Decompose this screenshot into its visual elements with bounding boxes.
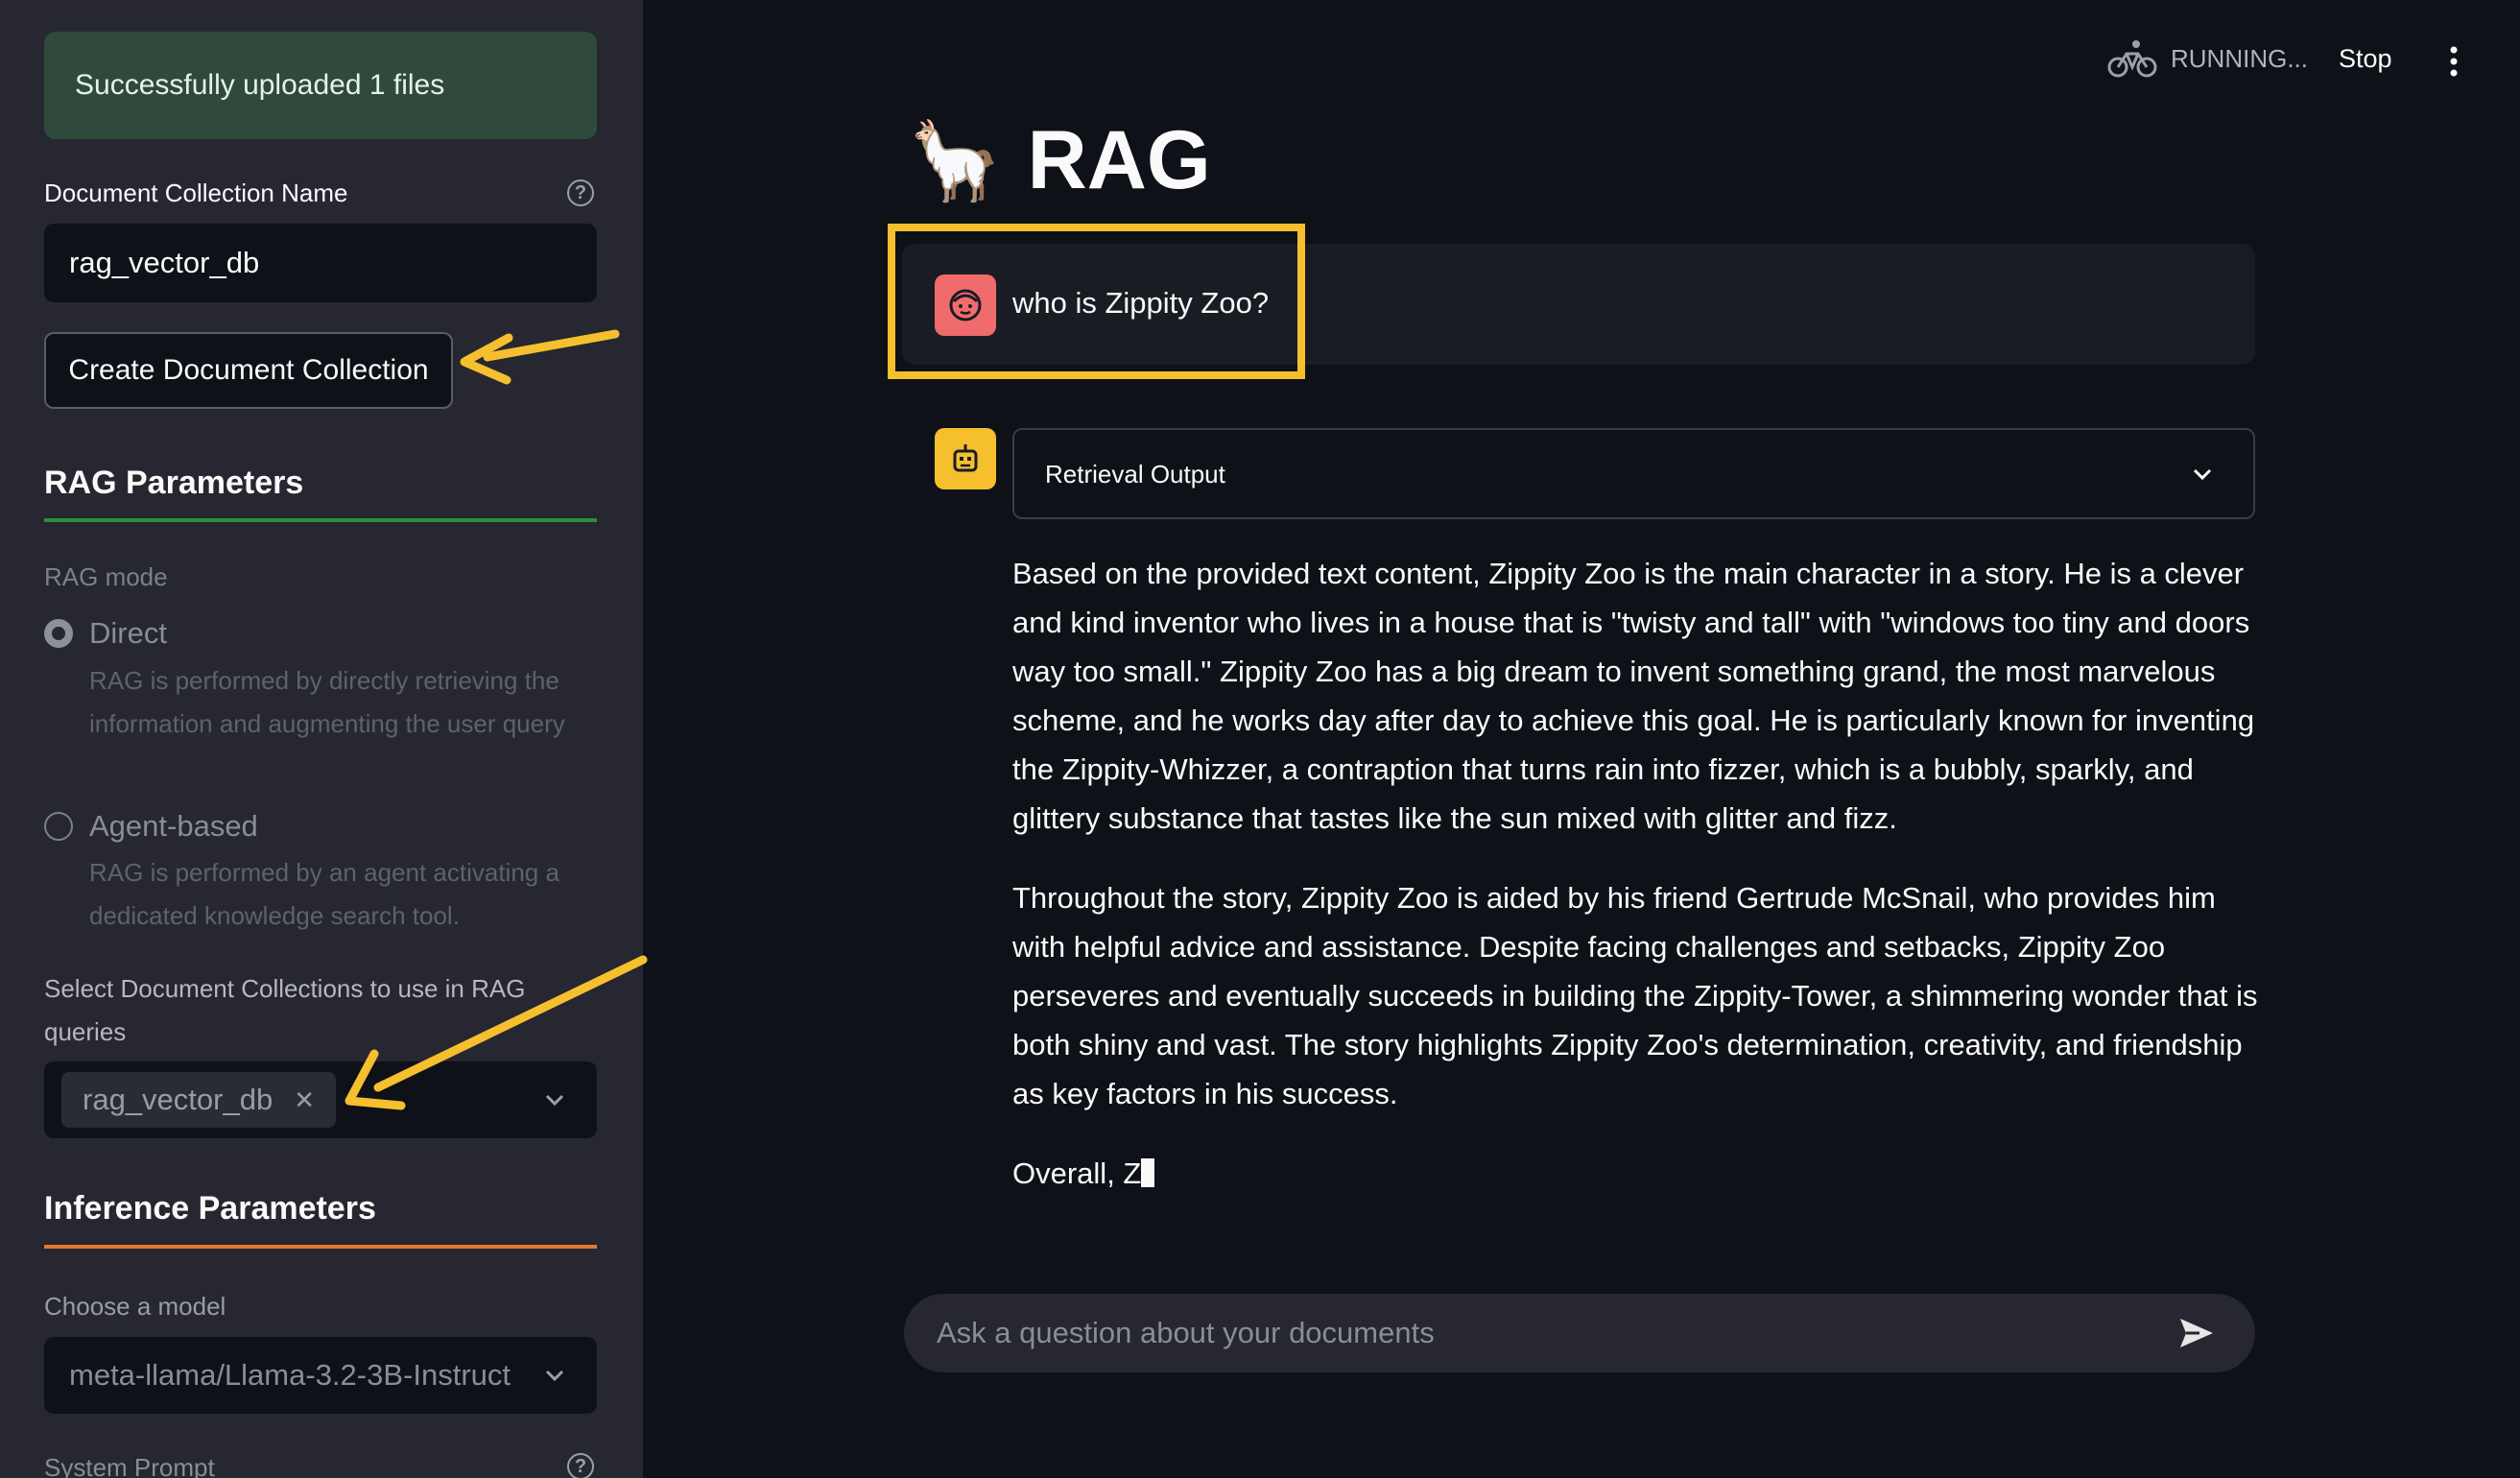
send-icon[interactable]	[2178, 1317, 2215, 1349]
rag-mode-label: RAG mode	[44, 562, 168, 591]
upload-success-text: Successfully uploaded 1 files	[75, 69, 445, 101]
retrieval-output-expander[interactable]: Retrieval Output	[1012, 428, 2255, 519]
inference-params-title: Inference Parameters	[44, 1190, 376, 1227]
chat-input[interactable]: Ask a question about your documents	[904, 1294, 2255, 1372]
collections-multiselect[interactable]: rag_vector_db ✕	[44, 1061, 597, 1138]
assistant-answer: Based on the provided text content, Zipp…	[1012, 549, 2260, 1228]
answer-paragraph: Based on the provided text content, Zipp…	[1012, 557, 2255, 835]
chat-input-placeholder: Ask a question about your documents	[937, 1316, 1435, 1349]
chevron-down-icon[interactable]	[543, 1366, 566, 1385]
chevron-down-icon[interactable]	[2191, 465, 2214, 484]
help-icon[interactable]: ?	[567, 1453, 594, 1478]
system-prompt-label: System Prompt	[44, 1453, 215, 1478]
inference-params-divider	[44, 1245, 597, 1249]
model-label: Choose a model	[44, 1292, 226, 1321]
more-menu-icon[interactable]	[2445, 44, 2462, 79]
rag-params-title: RAG Parameters	[44, 465, 304, 501]
radio-agent-based[interactable]	[44, 812, 73, 841]
expander-label: Retrieval Output	[1045, 460, 1225, 489]
running-status-text: RUNNING...	[2171, 43, 2308, 73]
help-icon[interactable]: ?	[567, 179, 594, 206]
upload-success-alert: Successfully uploaded 1 files	[44, 32, 597, 139]
chip-label: rag_vector_db	[83, 1083, 273, 1116]
answer-paragraph-streaming: Overall, Z	[1012, 1149, 2260, 1198]
sidebar: Successfully uploaded 1 files Document C…	[0, 0, 643, 1478]
running-status: RUNNING...	[2107, 38, 2308, 79]
radio-direct-desc: RAG is performed by directly retrieving …	[89, 666, 565, 738]
page-title-text: RAG	[1027, 114, 1211, 206]
collections-select-label: Select Document Collections to use in RA…	[44, 974, 526, 1046]
chevron-down-icon[interactable]	[543, 1090, 566, 1109]
radio-agent-based-label[interactable]: Agent-based	[89, 809, 258, 844]
rag-params-divider	[44, 518, 597, 522]
selected-collection-chip: rag_vector_db ✕	[61, 1072, 336, 1128]
collection-name-input[interactable]: rag_vector_db	[44, 224, 597, 302]
llama-icon: 🦙	[907, 117, 1003, 203]
radio-agent-based-desc: RAG is performed by an agent activating …	[89, 858, 559, 930]
collection-name-value: rag_vector_db	[69, 246, 260, 279]
stop-button[interactable]: Stop	[2339, 44, 2392, 74]
bot-avatar-icon	[935, 428, 996, 489]
answer-paragraph: Throughout the story, Zippity Zoo is aid…	[1012, 881, 2258, 1110]
typing-cursor	[1141, 1158, 1155, 1187]
bicycle-icon	[2107, 40, 2157, 78]
page-title: 🦙 RAG	[907, 113, 1211, 208]
model-select[interactable]: meta-llama/Llama-3.2-3B-Instruct	[44, 1337, 597, 1414]
radio-direct-label[interactable]: Direct	[89, 616, 167, 651]
radio-direct[interactable]	[44, 619, 73, 648]
create-collection-button[interactable]: Create Document Collection	[44, 332, 453, 409]
highlight-annotation	[888, 224, 1305, 379]
model-value: meta-llama/Llama-3.2-3B-Instruct	[69, 1358, 511, 1392]
remove-chip-icon[interactable]: ✕	[294, 1085, 315, 1115]
collection-name-label: Document Collection Name	[44, 179, 348, 207]
